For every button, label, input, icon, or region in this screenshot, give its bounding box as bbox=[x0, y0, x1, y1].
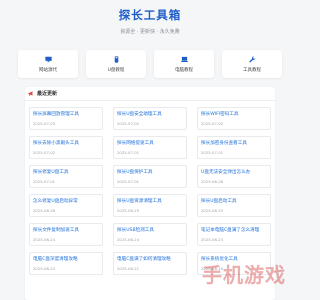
article-card[interactable]: 探长USB检测工具 2025-06-24 bbox=[113, 223, 187, 246]
article-card[interactable]: 探长修复U盘工具 2025-07-01 bbox=[29, 165, 103, 188]
article-date: 2025-06-21 bbox=[117, 266, 140, 271]
watermark-text: 手机游戏 bbox=[202, 263, 286, 287]
recent-updates-header: 最近更新 bbox=[25, 87, 275, 101]
article-date: 2025-06-24 bbox=[117, 237, 140, 242]
article-date: 2025-07-02 bbox=[117, 121, 140, 126]
article-card[interactable]: 怎么修复U盘启动异常 2025-06-26 bbox=[29, 194, 103, 217]
article-date: 2025-07-02 bbox=[201, 121, 224, 126]
wrench-icon bbox=[248, 55, 255, 62]
article-date: 2025-07-01 bbox=[117, 150, 140, 155]
article-card[interactable]: 探长U盘保护工具 2025-07-01 bbox=[113, 165, 187, 188]
nav-label: 电脑教程 bbox=[175, 67, 193, 73]
article-card[interactable]: 探长文件复制加速工具 2025-06-24 bbox=[29, 223, 103, 246]
nav-label: 网站源代 bbox=[39, 67, 57, 73]
watermark: 手机游戏 bbox=[202, 259, 286, 288]
article-date: 2025-07-01 bbox=[33, 179, 56, 184]
article-title-link[interactable]: 探长加密身份查看工具 bbox=[201, 140, 267, 146]
article-title-link[interactable]: 探长WIFI密码工具 bbox=[201, 111, 267, 117]
article-date: 2025-07-01 bbox=[201, 150, 224, 155]
article-date: 2025-06-23 bbox=[33, 266, 56, 271]
nav-card-computer-tutorials[interactable]: 电脑教程 bbox=[154, 50, 214, 78]
article-card[interactable]: 探长去除小黑眼头工具 2025-07-02 bbox=[29, 136, 103, 159]
recent-updates-title: 最近更新 bbox=[37, 91, 58, 97]
article-date: 2025-06-24 bbox=[33, 237, 56, 242]
article-card[interactable]: 电脑C盘深度清理攻略 2025-06-23 bbox=[29, 252, 103, 275]
article-card[interactable]: 探长网络提速工具 2025-07-01 bbox=[113, 136, 187, 159]
nav-card-website-source[interactable]: 网站源代 bbox=[18, 50, 78, 78]
site-subtitle: 資源全 · 更新快 · 永久免費 bbox=[120, 29, 180, 35]
article-title-link[interactable]: 笔记本电脑C盘满了怎么清理 bbox=[201, 227, 267, 233]
article-card[interactable]: 笔记本电脑C盘满了怎么清理 2025-06-23 bbox=[197, 223, 271, 246]
article-card[interactable]: 电脑C盘满了如何清理攻略 2025-06-21 bbox=[113, 252, 187, 275]
nav-label: 工具教程 bbox=[243, 67, 261, 73]
article-card[interactable]: 探长WIFI密码工具 2025-07-02 bbox=[197, 107, 271, 130]
article-title-link[interactable]: 探长网络提速工具 bbox=[117, 140, 183, 146]
article-card[interactable]: U盘无法安全弹出怎么办 2025-06-26 bbox=[197, 165, 271, 188]
article-card[interactable]: 探长屏幕回放管理工具 2025-07-03 bbox=[29, 107, 103, 130]
article-title-link[interactable]: U盘无法安全弹出怎么办 bbox=[201, 169, 267, 175]
megaphone-icon bbox=[28, 91, 33, 96]
article-date: 2025-06-26 bbox=[33, 208, 56, 213]
article-date: 2025-06-26 bbox=[201, 179, 224, 184]
article-date: 2025-07-01 bbox=[117, 179, 140, 184]
category-nav: 网站源代 U盘教程 电脑教程 工具教程 bbox=[0, 50, 300, 78]
article-title-link[interactable]: 探长U盘安全助理工具 bbox=[117, 111, 183, 117]
article-date: 2025-07-02 bbox=[33, 150, 56, 155]
laptop-icon bbox=[180, 56, 188, 62]
article-date: 2025-06-25 bbox=[201, 208, 224, 213]
article-date: 2025-06-25 bbox=[117, 208, 140, 213]
article-title-link[interactable]: 探长去除小黑眼头工具 bbox=[33, 140, 99, 146]
nav-label: U盘教程 bbox=[107, 67, 125, 73]
article-card[interactable]: 探长U盘安全助理工具 2025-07-02 bbox=[113, 107, 187, 130]
article-title-link[interactable]: 探长U盘资源清理工具 bbox=[117, 198, 183, 204]
usb-drive-icon bbox=[114, 55, 118, 63]
article-title-link[interactable]: 怎么修复U盘启动异常 bbox=[33, 198, 99, 204]
nav-card-tool-tutorials[interactable]: 工具教程 bbox=[222, 50, 282, 78]
site-title[interactable]: 探长工具箱 bbox=[0, 7, 300, 23]
article-title-link[interactable]: 探长USB检测工具 bbox=[117, 227, 183, 233]
article-title-link[interactable]: 探长文件复制加速工具 bbox=[33, 227, 99, 233]
article-title-link[interactable]: 电脑C盘深度清理攻略 bbox=[33, 256, 99, 262]
article-title-link[interactable]: 探长修复U盘工具 bbox=[33, 169, 99, 175]
nav-card-usb-tutorials[interactable]: U盘教程 bbox=[86, 50, 146, 78]
article-title-link[interactable]: 探长屏幕回放管理工具 bbox=[33, 111, 99, 117]
article-date: 2025-07-03 bbox=[33, 121, 56, 126]
article-grid: 探长屏幕回放管理工具 2025-07-03 探长U盘安全助理工具 2025-07-02… bbox=[25, 101, 275, 275]
article-date: 2025-06-23 bbox=[201, 237, 224, 242]
article-card[interactable]: 探长U盘启动工具 2025-06-25 bbox=[197, 194, 271, 217]
article-card[interactable]: 探长U盘资源清理工具 2025-06-25 bbox=[113, 194, 187, 217]
article-card[interactable]: 探长加密身份查看工具 2025-07-01 bbox=[197, 136, 271, 159]
site-header: 探长工具箱 資源全 · 更新快 · 永久免費 bbox=[0, 0, 300, 42]
article-title-link[interactable]: 探长U盘启动工具 bbox=[201, 198, 267, 204]
monitor-icon bbox=[44, 56, 52, 62]
article-title-link[interactable]: 探长U盘保护工具 bbox=[117, 169, 183, 175]
article-title-link[interactable]: 电脑C盘满了如何清理攻略 bbox=[117, 256, 183, 262]
